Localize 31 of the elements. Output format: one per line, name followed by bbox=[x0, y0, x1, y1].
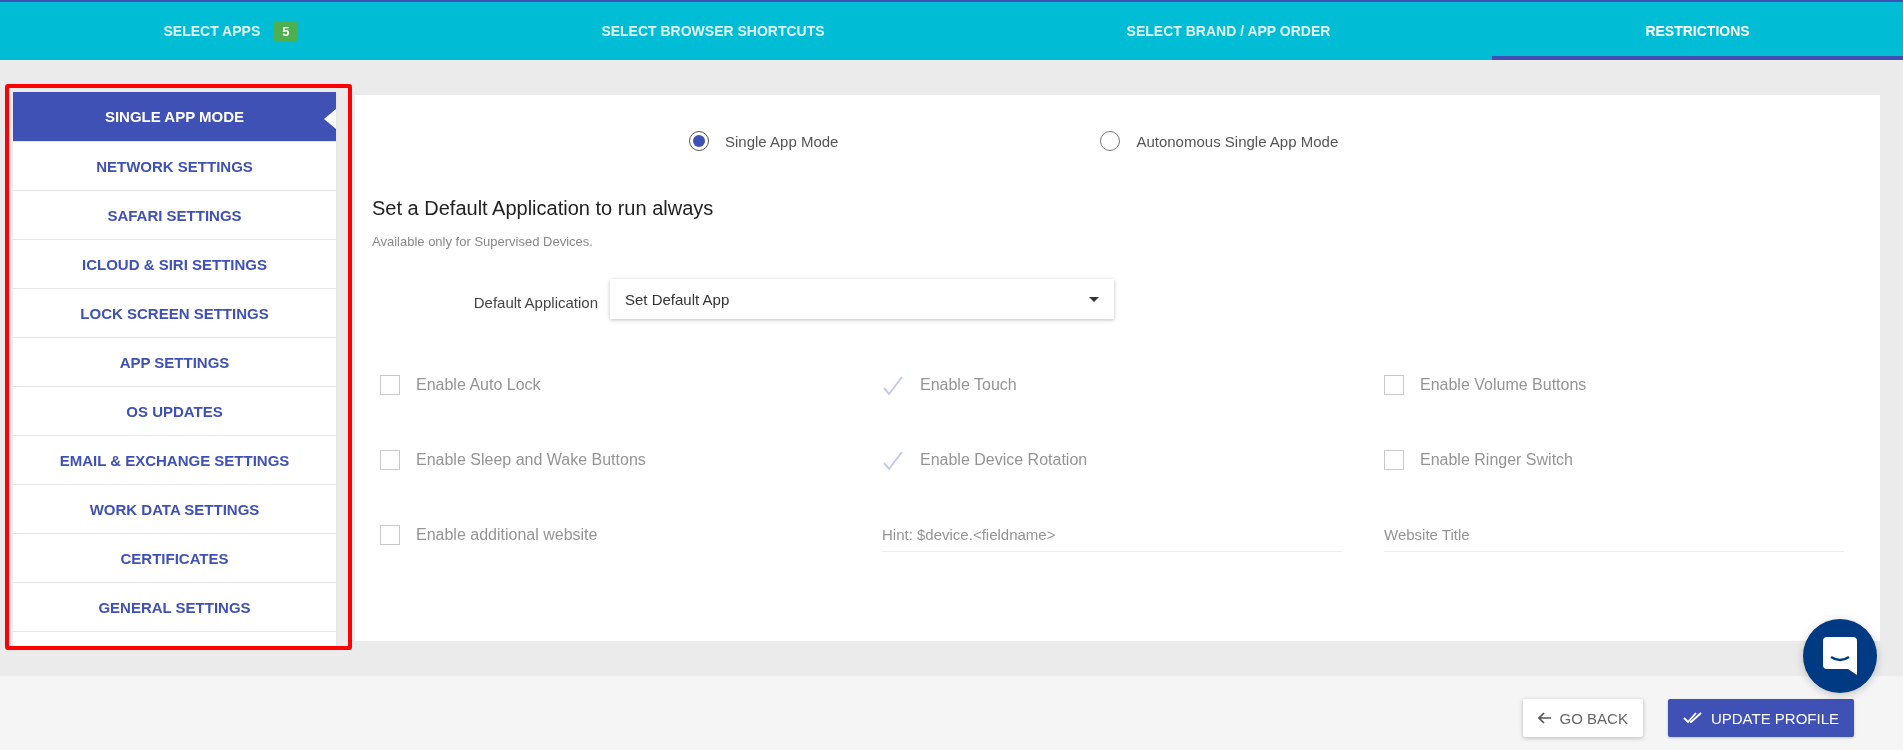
sidebar-item[interactable]: WORK DATA SETTINGS bbox=[13, 485, 336, 534]
checkbox-label: Enable Device Rotation bbox=[920, 450, 1088, 469]
count-badge: 5 bbox=[274, 20, 298, 42]
go-back-button[interactable]: GO BACK bbox=[1522, 699, 1643, 737]
back-arrow-icon bbox=[1537, 712, 1552, 724]
sidebar-item[interactable]: GENERAL SETTINGS bbox=[13, 583, 336, 632]
sidebar-item[interactable]: SINGLE APP MODE bbox=[13, 92, 336, 142]
checkbox-label: Enable Sleep and Wake Buttons bbox=[416, 450, 646, 469]
section-subtext: Available only for Supervised Devices. bbox=[372, 234, 594, 249]
field-label: Default Application bbox=[472, 293, 598, 311]
sidebar-item[interactable]: ICLOUD & SIRI SETTINGS bbox=[13, 240, 336, 289]
caret-icon bbox=[1089, 296, 1099, 302]
default-app-dropdown[interactable]: Set Default App bbox=[610, 279, 1114, 319]
double-check-icon bbox=[1682, 712, 1703, 724]
sidebar-item[interactable]: APP SETTINGS bbox=[13, 338, 336, 387]
checkbox-label: Enable Touch bbox=[920, 375, 1017, 394]
sidebar-item[interactable]: SAFARI SETTINGS bbox=[13, 191, 336, 240]
radio-label[interactable]: Autonomous Single App Mode bbox=[1136, 132, 1339, 150]
chat-icon bbox=[1823, 637, 1857, 675]
checkbox-label: Enable Ringer Switch bbox=[1420, 450, 1573, 469]
update-profile-button[interactable]: UPDATE PROFILE bbox=[1667, 699, 1854, 737]
checkbox-label: Enable Volume Buttons bbox=[1420, 375, 1587, 394]
sidebar-item[interactable]: OS UPDATES bbox=[13, 387, 336, 436]
sidebar-item[interactable]: NETWORK SETTINGS bbox=[13, 142, 336, 191]
sidebar-item[interactable]: EMAIL & EXCHANGE SETTINGS bbox=[13, 436, 336, 485]
section-heading: Set a Default Application to run always bbox=[372, 197, 715, 220]
sidebar-item[interactable]: CERTIFICATES bbox=[13, 534, 336, 583]
radio-label[interactable]: Single App Mode bbox=[725, 132, 839, 150]
checkbox-label: Enable Auto Lock bbox=[416, 375, 541, 394]
checkbox-label: Enable additional website bbox=[416, 525, 598, 544]
sidebar-item[interactable]: LOCK SCREEN SETTINGS bbox=[13, 289, 336, 338]
